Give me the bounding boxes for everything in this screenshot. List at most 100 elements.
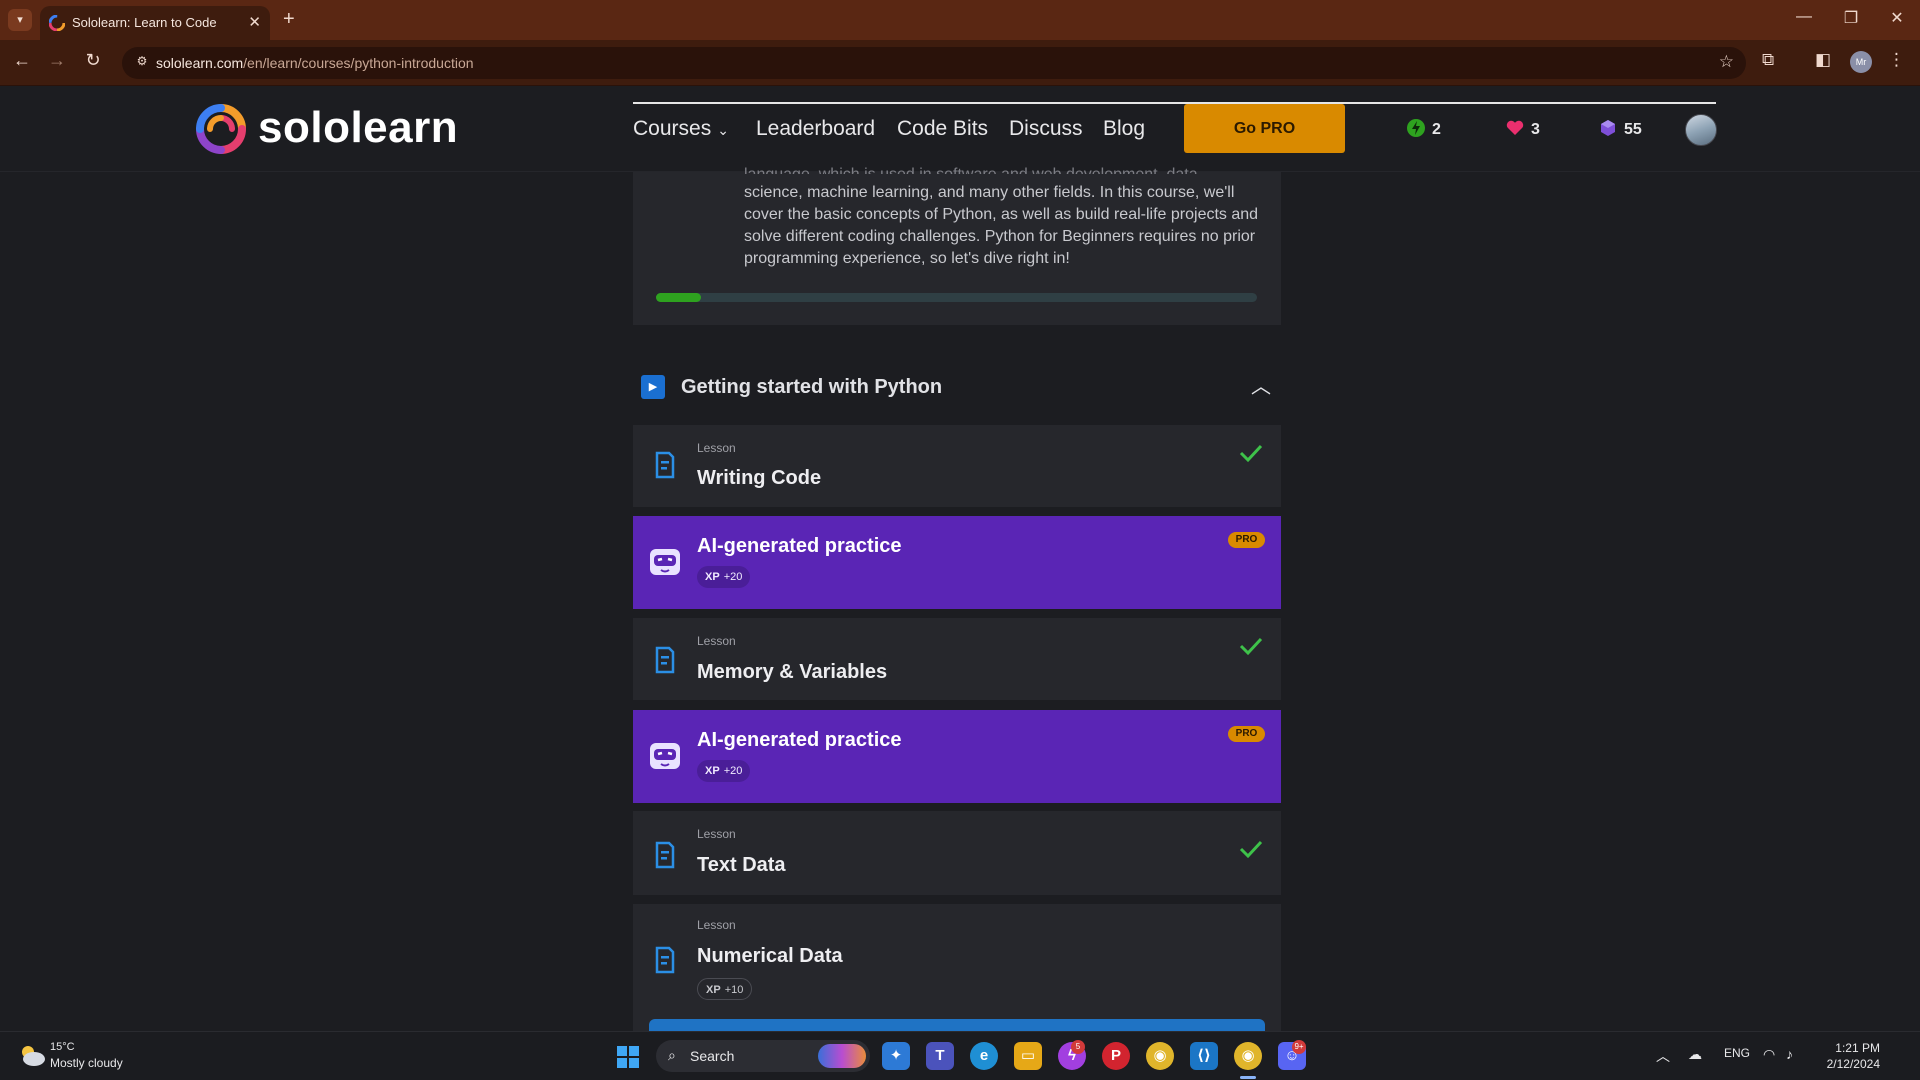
- xp-amount: +10: [724, 984, 744, 996]
- clock-date[interactable]: 2/12/2024: [1810, 1057, 1880, 1071]
- lightning-icon: [1407, 119, 1425, 137]
- course-description: science, machine learning, and many othe…: [744, 184, 1259, 267]
- nav-courses-label: Courses: [633, 117, 712, 140]
- profile-avatar[interactable]: Mr: [1850, 51, 1872, 73]
- chrome-profile-icon[interactable]: ◉: [1234, 1042, 1262, 1070]
- pinterest-icon[interactable]: P: [1102, 1042, 1130, 1070]
- xp-reward-chip: XP +10: [697, 978, 753, 1000]
- nav-leaderboard[interactable]: Leaderboard: [756, 117, 875, 141]
- ai-practice-title: AI-generated practice: [697, 729, 902, 751]
- reload-icon[interactable]: ↻: [81, 50, 105, 71]
- course-progress-fill: [656, 293, 702, 302]
- lesson-item-memory-variables[interactable]: Lesson Memory & Variables: [633, 618, 1281, 700]
- checkmark-icon: [1239, 840, 1263, 859]
- forward-arrow-icon[interactable]: →: [45, 50, 69, 71]
- ai-practice-item[interactable]: AI-generated practice XP +20 PRO: [633, 710, 1281, 803]
- user-avatar[interactable]: [1685, 114, 1717, 146]
- weather-cloud-icon[interactable]: [18, 1042, 46, 1068]
- gems-value: 55: [1624, 121, 1642, 138]
- lesson-document-icon: [655, 841, 675, 869]
- browser-toolbar: ← → ↻ ⚙ sololearn.com/en/learn/courses/p…: [0, 40, 1920, 86]
- nav-code-bits[interactable]: Code Bits: [897, 117, 988, 141]
- intro-text-clipped-line: language, which is used in software and …: [744, 164, 1264, 174]
- checkmark-icon: [1239, 637, 1263, 656]
- clock-time[interactable]: 1:21 PM: [1822, 1041, 1880, 1055]
- gems-counter[interactable]: 55: [1598, 118, 1642, 139]
- continue-button[interactable]: [649, 1019, 1265, 1031]
- url-path: /en/learn/courses/python-introduction: [243, 55, 474, 71]
- onedrive-cloud-icon[interactable]: ☁: [1688, 1046, 1702, 1063]
- ai-robot-icon: [650, 743, 680, 769]
- extensions-icon[interactable]: ⧉: [1762, 50, 1774, 70]
- browser-menu-icon[interactable]: ⋮: [1888, 50, 1905, 70]
- search-icon: ⌕: [668, 1047, 676, 1063]
- chevron-up-icon[interactable]: ︿: [1251, 370, 1271, 399]
- ai-practice-item[interactable]: AI-generated practice XP +20 PRO: [633, 516, 1281, 609]
- gem-icon: [1601, 120, 1615, 136]
- lesson-title: Text Data: [697, 854, 786, 876]
- browser-tab-active[interactable]: Sololearn: Learn to Code ✕: [40, 6, 270, 40]
- url-host: sololearn.com: [156, 55, 244, 71]
- lesson-kind-label: Lesson: [697, 634, 736, 648]
- active-app-indicator: [1240, 1076, 1256, 1079]
- hearts-counter[interactable]: 3: [1505, 118, 1540, 139]
- copilot-icon[interactable]: ✦: [882, 1042, 910, 1070]
- file-explorer-icon[interactable]: ▭: [1014, 1042, 1042, 1070]
- sololearn-favicon-icon: [49, 15, 65, 31]
- vscode-icon[interactable]: ⟨⟩: [1190, 1042, 1218, 1070]
- lesson-document-icon: [655, 451, 675, 479]
- back-arrow-icon[interactable]: ←: [10, 50, 34, 71]
- restore-icon[interactable]: ❐: [1836, 8, 1866, 28]
- tab-search-button[interactable]: ▾: [8, 9, 32, 31]
- lesson-document-icon: [655, 646, 675, 674]
- site-info-icon[interactable]: ⚙: [132, 54, 152, 72]
- xp-label: XP: [705, 765, 720, 777]
- url-text[interactable]: sololearn.com/en/learn/courses/python-in…: [156, 55, 474, 71]
- logo-wordmark[interactable]: sololearn: [258, 103, 458, 153]
- taskbar-search[interactable]: ⌕ Search: [656, 1040, 870, 1072]
- search-label: Search: [690, 1048, 735, 1064]
- lesson-document-icon: [655, 946, 675, 974]
- minimize-icon[interactable]: —: [1789, 8, 1819, 26]
- input-language-indicator[interactable]: ENG: [1724, 1046, 1750, 1060]
- go-pro-button[interactable]: Go PRO: [1184, 104, 1345, 153]
- lesson-item-writing-code[interactable]: Lesson Writing Code: [633, 425, 1281, 507]
- bookmark-star-icon[interactable]: ☆: [1719, 52, 1734, 72]
- nav-courses[interactable]: Courses ⌄: [633, 117, 729, 141]
- side-panel-icon[interactable]: ◧: [1815, 50, 1831, 70]
- new-tab-icon[interactable]: +: [283, 8, 295, 30]
- sololearn-logo-icon[interactable]: [196, 104, 246, 154]
- pro-badge: PRO: [1228, 726, 1265, 742]
- window-close-icon[interactable]: ✕: [1882, 8, 1912, 28]
- tab-close-icon[interactable]: ✕: [248, 13, 261, 31]
- teams-icon[interactable]: T: [926, 1042, 954, 1070]
- nav-blog[interactable]: Blog: [1103, 117, 1145, 141]
- address-bar[interactable]: ⚙ sololearn.com/en/learn/courses/python-…: [122, 47, 1746, 79]
- nav-discuss[interactable]: Discuss: [1009, 117, 1083, 141]
- search-highlight-icon: [818, 1044, 866, 1068]
- browser-tab-bar: ▾ Sololearn: Learn to Code ✕ + — ❐ ✕: [0, 0, 1920, 40]
- lesson-kind-label: Lesson: [697, 441, 736, 455]
- xp-reward-chip: XP +20: [697, 566, 751, 588]
- discord-badge: 9+: [1292, 1040, 1306, 1054]
- edge-icon[interactable]: e: [970, 1042, 998, 1070]
- course-progress-bar: [656, 293, 1257, 302]
- module-header[interactable]: ▶ Getting started with Python ︿: [633, 360, 1281, 412]
- heart-icon: [1506, 120, 1524, 135]
- wifi-icon[interactable]: ◠: [1763, 1046, 1775, 1063]
- ai-robot-icon: [650, 549, 680, 575]
- checkmark-icon: [1239, 444, 1263, 463]
- course-intro-card: language, which is used in software and …: [633, 166, 1281, 325]
- chrome-icon[interactable]: ◉: [1146, 1042, 1174, 1070]
- streak-counter[interactable]: 2: [1406, 118, 1441, 139]
- lesson-kind-label: Lesson: [697, 827, 736, 841]
- volume-icon[interactable]: ♪: [1786, 1046, 1793, 1062]
- xp-label: XP: [705, 571, 720, 583]
- lesson-item-text-data[interactable]: Lesson Text Data: [633, 811, 1281, 895]
- xp-amount: +20: [723, 765, 743, 777]
- lesson-item-numerical-data[interactable]: Lesson Numerical Data XP +10: [633, 904, 1281, 1031]
- windows-start-icon[interactable]: [616, 1045, 640, 1069]
- lesson-title: Memory & Variables: [697, 661, 888, 683]
- xp-reward-chip: XP +20: [697, 760, 751, 782]
- tray-overflow-chevron-icon[interactable]: ︿: [1656, 1046, 1670, 1066]
